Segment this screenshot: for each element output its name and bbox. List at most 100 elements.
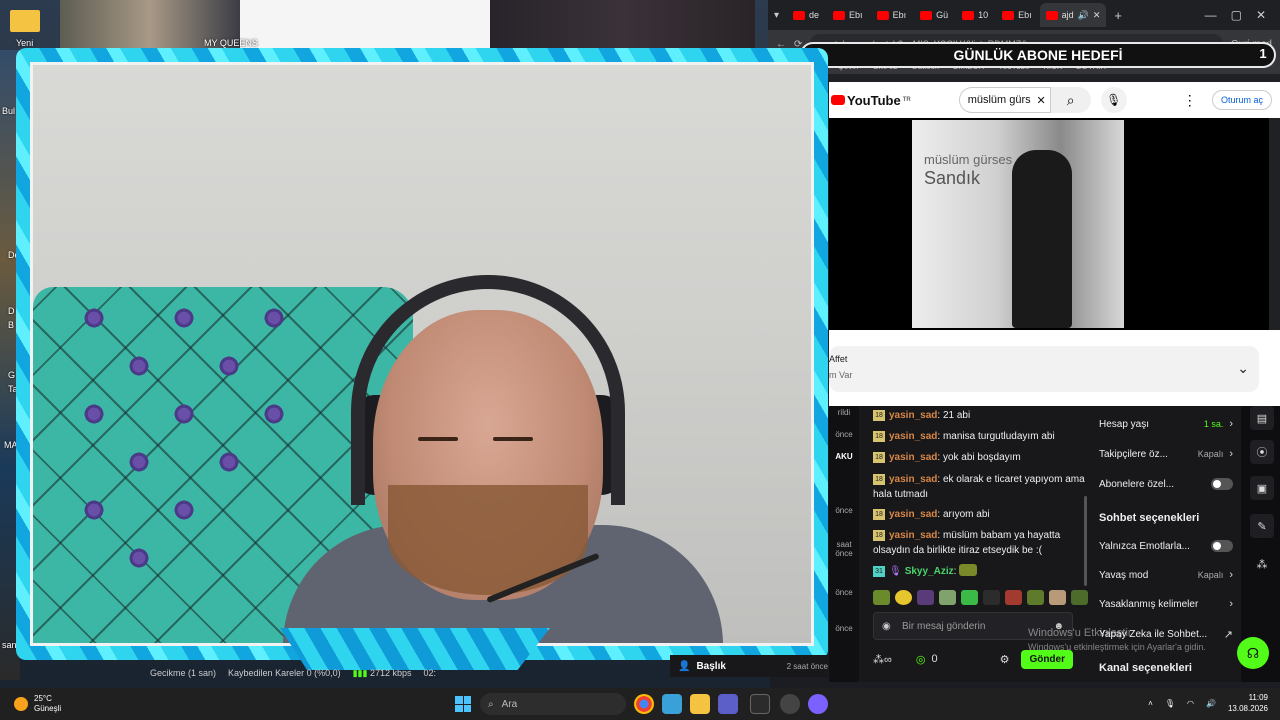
epic-games-icon[interactable] [750, 694, 770, 714]
help-button[interactable]: ☊ [1237, 637, 1269, 669]
sign-in-button[interactable]: Oturum aç [1211, 90, 1272, 110]
sun-icon [14, 697, 28, 711]
tab-label: Gü [936, 10, 949, 20]
thumbnail-image [240, 0, 490, 50]
tab-label: de [809, 10, 820, 20]
browser-tab[interactable]: Ebı [871, 3, 913, 27]
emotes-only-toggle[interactable] [1211, 540, 1233, 552]
audio-icon: 🔊 [1077, 9, 1089, 20]
stream-status-icon[interactable]: ⦿ [1250, 440, 1274, 464]
emote-icon [959, 564, 978, 576]
weather-widget[interactable]: 25°C Güneşli [0, 694, 61, 714]
microphone-icon[interactable]: 🎙 [1165, 699, 1175, 708]
chat-badge-icon[interactable]: ◉ [882, 621, 891, 632]
clear-search-icon[interactable]: ✕ [1036, 94, 1045, 107]
wifi-icon[interactable]: ◠ [1187, 699, 1194, 708]
webcam-feed [30, 62, 814, 646]
desktop-icon-label[interactable]: G [8, 370, 15, 380]
desktop-icon-label[interactable]: B [8, 320, 14, 330]
more-options-icon[interactable]: ⋮ [1183, 92, 1197, 109]
browser-tab[interactable]: Ebı [827, 3, 869, 27]
close-icon[interactable]: ✕ [1256, 8, 1266, 22]
minimize-icon[interactable]: — [1205, 8, 1217, 22]
chat-text: yok abi boşdayım [942, 452, 1021, 463]
chat-username[interactable]: yasin_sad [889, 410, 937, 421]
chat-username[interactable]: yasin_sad [889, 431, 937, 442]
chat-text: arıyom abi [942, 509, 990, 520]
chat-username[interactable]: Skyy_Aziz [905, 566, 954, 577]
chat-settings-icon[interactable]: ⚙ [1000, 653, 1010, 666]
obs-icon[interactable] [780, 694, 800, 714]
setting-value: 1 sa. [1203, 419, 1224, 429]
channel-options-title: Kanal seçenekleri [1099, 662, 1192, 674]
file-explorer-icon[interactable] [690, 694, 710, 714]
browser-tab[interactable]: Gü [914, 3, 954, 27]
emote-icon [961, 590, 978, 605]
browser-tab[interactable]: 10 [956, 3, 994, 27]
browser-tab-active[interactable]: ajd 🔊 ✕ [1039, 3, 1107, 27]
desktop-icon-label[interactable]: MY QUEENS [204, 38, 258, 48]
points-icon[interactable]: ⁂∞ [873, 653, 892, 666]
mic-badge-icon: 🎙 [889, 566, 902, 577]
photos-icon[interactable] [662, 694, 682, 714]
youtube-icon [833, 10, 846, 20]
goal-title: GÜNLÜK ABONE HEDEFİ [953, 47, 1123, 63]
signal-icon: ▮▮▮ [352, 667, 370, 678]
taskbar-search[interactable]: ⌕ Ara [480, 693, 626, 715]
region-code: TR [902, 97, 911, 103]
layout-icon[interactable]: ▣ [1250, 476, 1274, 500]
chat-scrollbar[interactable] [1084, 496, 1087, 586]
search-placeholder: Ara [501, 698, 518, 710]
desktop-icon-label[interactable]: D [8, 306, 15, 316]
search-value: müslüm gürs [967, 94, 1031, 106]
new-tab-button[interactable]: + [1114, 8, 1122, 23]
browser-tab[interactable]: de [787, 3, 825, 27]
followers-only-setting[interactable]: Takipçilere öz... Kapalı › [1099, 448, 1233, 460]
folder-icon[interactable] [10, 10, 40, 32]
playlist-panel[interactable]: Affet m Var ⌄ [829, 346, 1259, 392]
clock[interactable]: 11:09 13.08.2026 [1228, 692, 1268, 714]
close-tab-icon[interactable]: ✕ [1093, 10, 1101, 21]
youtube-logo[interactable]: YouTube TR [831, 93, 911, 108]
chat-username[interactable]: yasin_sad [889, 474, 937, 485]
stream-topic-row[interactable]: 👤 Başlık 2 saat önce [670, 655, 828, 677]
chrome-icon[interactable] [634, 694, 654, 714]
app-icon[interactable] [808, 694, 828, 714]
emotes-only-setting: Yalnızca Emotlarla... [1099, 540, 1233, 552]
chevron-down-icon[interactable]: ⌄ [1237, 360, 1249, 377]
chevron-up-icon[interactable]: ˄ [1148, 699, 1153, 708]
chat-message: 18 yasin_sad: 21 abi [873, 408, 1089, 423]
youtube-icon [920, 10, 933, 20]
voice-search-button[interactable]: 🎙 [1100, 87, 1127, 113]
emote-row [873, 590, 1088, 605]
browser-tab[interactable]: Ebı [996, 3, 1038, 27]
chat-username[interactable]: yasin_sad [889, 509, 937, 520]
chat-username[interactable]: yasin_sad [889, 530, 937, 541]
subscribers-only-toggle[interactable] [1211, 478, 1233, 490]
activity-text: önce [835, 588, 853, 597]
bitrate-value: 2712 kbps [369, 667, 412, 678]
tab-search-icon[interactable]: ▾ [774, 10, 779, 21]
temperature: 25°C [34, 694, 52, 703]
search-input[interactable]: müslüm gürs ✕ [958, 87, 1051, 113]
chat-message: 18 yasin_sad: müslüm babam ya hayatta ols… [873, 530, 1061, 556]
banned-words-setting[interactable]: Yasaklanmış kelimeler › [1099, 598, 1233, 610]
chevron-right-icon: › [1229, 598, 1233, 610]
desktop-icon-label[interactable]: Bul [2, 106, 15, 116]
share-icon[interactable]: ⁂ [1250, 552, 1274, 576]
account-age-setting[interactable]: Hesap yaşı 1 sa. › [1099, 418, 1233, 430]
video-player[interactable]: müslüm gürses Sandık [829, 118, 1269, 330]
wrench-icon[interactable]: ✎ [1250, 514, 1274, 538]
maximize-icon[interactable]: ▢ [1231, 8, 1242, 22]
activity-column: rildi önce AKU önce saat önce önce önce [829, 406, 859, 682]
desktop-icon-label[interactable]: Yeni [16, 38, 33, 48]
slow-mode-setting[interactable]: Yavaş mod Kapalı › [1099, 569, 1233, 581]
teams-icon[interactable] [718, 694, 738, 714]
chat-bubble-icon[interactable]: ▤ [1250, 406, 1274, 430]
chat-username[interactable]: yasin_sad [889, 452, 937, 463]
volume-icon[interactable]: 🔊 [1206, 699, 1216, 708]
start-button[interactable] [455, 696, 471, 712]
tab-label: Ebı [1018, 10, 1032, 20]
desktop-icon-label[interactable]: san [2, 640, 17, 650]
search-button[interactable]: ⌕ [1050, 87, 1091, 113]
